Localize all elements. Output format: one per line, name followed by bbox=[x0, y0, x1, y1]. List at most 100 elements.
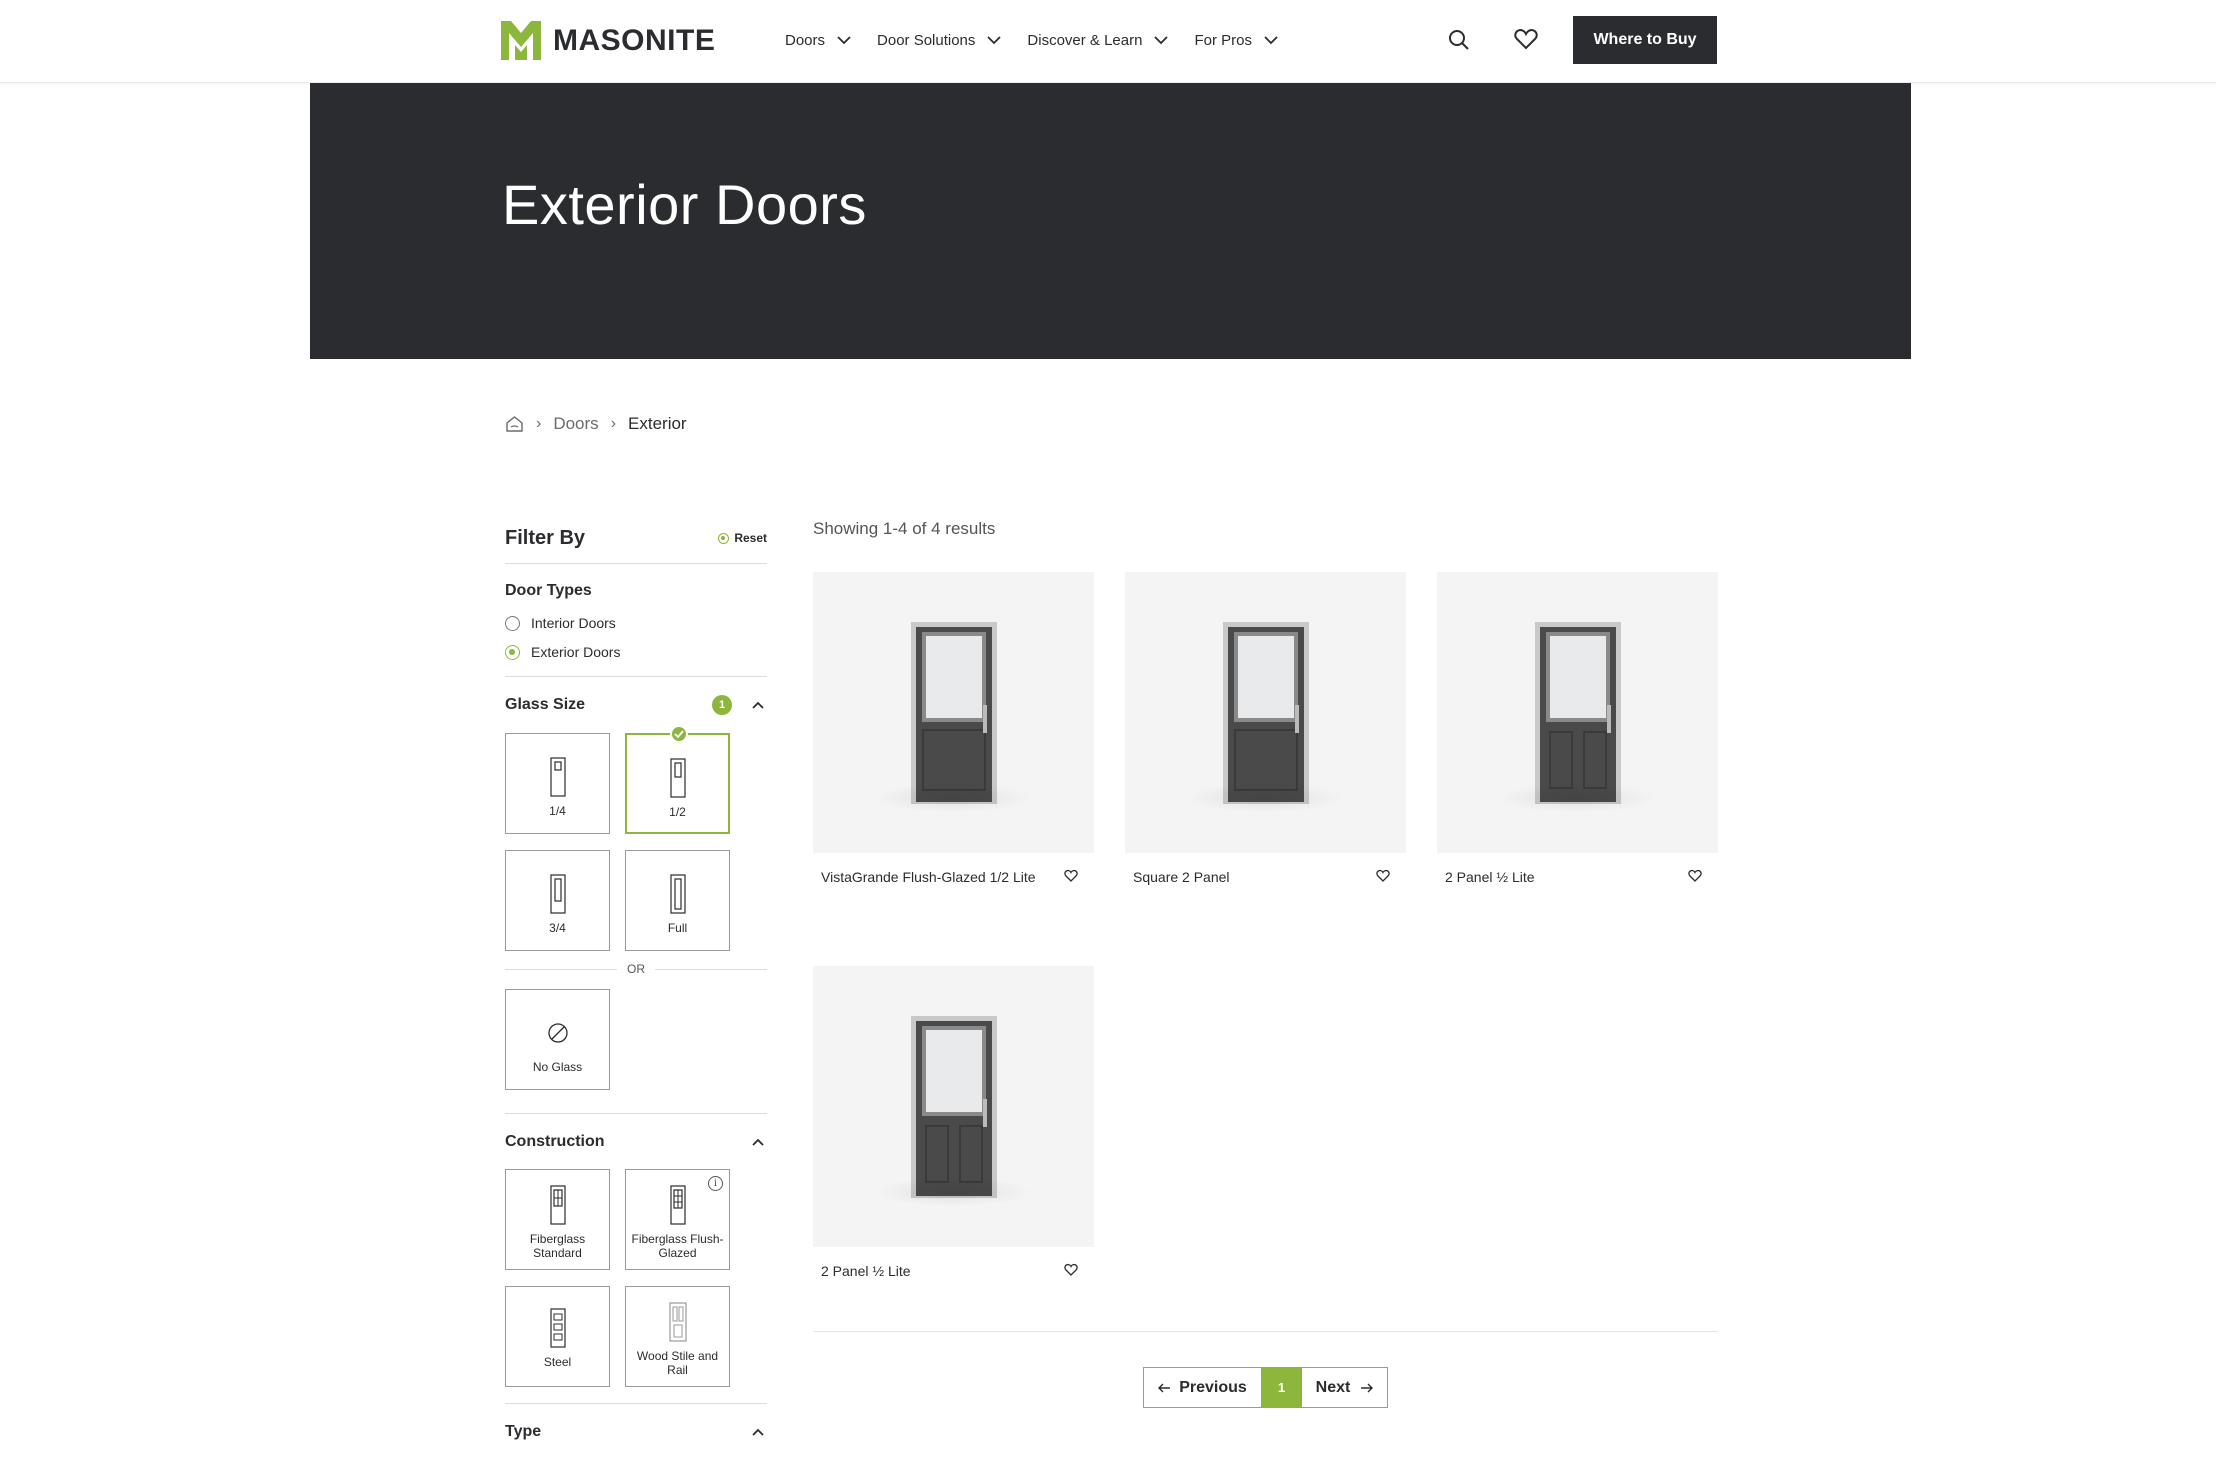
next-label: Next bbox=[1315, 1378, 1351, 1396]
glass-size-header[interactable]: Glass Size 1 bbox=[505, 677, 767, 733]
product-card[interactable]: 2 Panel ½ Lite bbox=[1437, 572, 1718, 885]
product-name[interactable]: Square 2 Panel bbox=[1133, 868, 1353, 887]
no-glass-label: No Glass bbox=[532, 1060, 583, 1074]
construction-label: Fiberglass Standard bbox=[529, 1232, 586, 1260]
radio-selected-icon bbox=[505, 644, 520, 660]
heart-icon[interactable] bbox=[1688, 869, 1702, 882]
product-card[interactable]: Square 2 Panel bbox=[1125, 572, 1406, 885]
glass-size-half-option[interactable]: 1/2 bbox=[625, 725, 730, 834]
filter-header: Filter By Reset bbox=[505, 513, 767, 563]
nav-doors-label: Doors bbox=[785, 31, 826, 49]
reset-icon bbox=[718, 532, 730, 544]
page-title: Exterior Doors bbox=[502, 173, 867, 236]
glass-size-label: 1/2 bbox=[669, 805, 686, 819]
heart-icon[interactable] bbox=[1064, 1263, 1078, 1276]
product-name[interactable]: 2 Panel ½ Lite bbox=[1445, 868, 1665, 887]
radio-interior-doors[interactable]: Interior Doors bbox=[505, 615, 767, 631]
product-name[interactable]: 2 Panel ½ Lite bbox=[821, 1262, 1041, 1281]
product-card[interactable]: 2 Panel ½ Lite bbox=[813, 966, 1094, 1279]
radio-exterior-doors[interactable]: Exterior Doors bbox=[505, 644, 767, 660]
heart-icon[interactable] bbox=[1376, 869, 1390, 882]
construction-label: Steel bbox=[543, 1355, 572, 1369]
door-full-lite-icon bbox=[669, 874, 686, 914]
glass-size-section: Glass Size 1 1/4 1/2 3/4 Full OR No Glas… bbox=[505, 677, 767, 1113]
product-image[interactable] bbox=[1125, 572, 1406, 853]
main-nav: Doors Door Solutions Discover & Learn Fo… bbox=[785, 0, 1304, 80]
previous-page-button[interactable]: Previous bbox=[1144, 1368, 1262, 1407]
product-image[interactable] bbox=[813, 572, 1094, 853]
product-name[interactable]: VistaGrande Flush-Glazed 1/2 Lite bbox=[821, 868, 1041, 887]
construction-wood-stile-rail-option[interactable]: Wood Stile and Rail bbox=[625, 1286, 730, 1387]
door-half-lite-icon bbox=[669, 758, 686, 798]
no-glass-option[interactable]: No Glass bbox=[505, 989, 610, 1090]
glass-size-quarter-option[interactable]: 1/4 bbox=[505, 733, 610, 834]
heart-icon[interactable] bbox=[1514, 28, 1538, 50]
chevron-up-icon[interactable] bbox=[752, 1138, 764, 1146]
chevron-down-icon bbox=[1264, 35, 1278, 44]
masonite-logo[interactable]: MASONITE bbox=[501, 21, 715, 60]
radio-label: Interior Doors bbox=[531, 615, 616, 631]
wood-door-icon bbox=[668, 1302, 687, 1342]
chevron-up-icon[interactable] bbox=[752, 701, 764, 709]
chevron-down-icon bbox=[1154, 35, 1169, 44]
product-card[interactable]: VistaGrande Flush-Glazed 1/2 Lite bbox=[813, 572, 1094, 885]
info-icon[interactable]: i bbox=[708, 1176, 723, 1191]
results-summary: Showing 1-4 of 4 results bbox=[813, 519, 996, 538]
breadcrumb-separator-icon: › bbox=[536, 415, 542, 432]
site-header: MASONITE Doors Door Solutions Discover &… bbox=[0, 0, 2216, 83]
filter-title: Filter By bbox=[505, 526, 586, 549]
nav-for-pros[interactable]: For Pros bbox=[1194, 32, 1278, 49]
pagination: Previous 1 Next bbox=[1143, 1367, 1388, 1408]
chevron-up-icon[interactable] bbox=[752, 1428, 764, 1436]
glass-size-label: 3/4 bbox=[549, 921, 566, 935]
door-types-section: Door Types Interior Doors Exterior Doors bbox=[505, 564, 767, 676]
arrow-left-icon bbox=[1158, 1383, 1171, 1392]
type-title: Type bbox=[505, 1423, 542, 1440]
construction-steel-option[interactable]: Steel bbox=[505, 1286, 610, 1387]
masonite-logo-icon bbox=[501, 21, 541, 60]
fiberglass-door-icon bbox=[549, 1185, 566, 1225]
or-divider: OR bbox=[505, 957, 767, 981]
construction-fiberglass-flush-glazed-option[interactable]: i Fiberglass Flush-Glazed bbox=[625, 1169, 730, 1270]
type-header[interactable]: Type bbox=[505, 1404, 767, 1460]
no-glass-icon bbox=[547, 1023, 568, 1043]
home-icon[interactable] bbox=[505, 415, 524, 433]
where-to-buy-button[interactable]: Where to Buy bbox=[1573, 16, 1717, 64]
product-image[interactable] bbox=[1437, 572, 1718, 853]
construction-fiberglass-standard-option[interactable]: Fiberglass Standard bbox=[505, 1169, 610, 1270]
filter-sidebar: Filter By Reset Door Types Interior Door… bbox=[505, 513, 767, 1460]
search-icon[interactable] bbox=[1448, 29, 1470, 51]
nav-doors[interactable]: Doors bbox=[785, 32, 851, 49]
divider bbox=[813, 1331, 1718, 1332]
nav-discover-learn-label: Discover & Learn bbox=[1027, 31, 1143, 49]
construction-options: Fiberglass Standard i Fiberglass Flush-G… bbox=[505, 1169, 767, 1387]
construction-section: Construction Fiberglass Standard i Fiber… bbox=[505, 1114, 767, 1403]
breadcrumb: › Doors › Exterior bbox=[505, 414, 687, 434]
previous-label: Previous bbox=[1179, 1378, 1247, 1396]
or-label: OR bbox=[627, 962, 645, 976]
heart-icon[interactable] bbox=[1064, 869, 1078, 882]
breadcrumb-exterior: Exterior bbox=[628, 414, 687, 433]
next-page-button[interactable]: Next bbox=[1302, 1368, 1387, 1407]
flush-glazed-door-icon bbox=[669, 1185, 686, 1225]
breadcrumb-doors[interactable]: Doors bbox=[553, 414, 598, 434]
arrow-right-icon bbox=[1361, 1383, 1374, 1392]
glass-size-three-quarter-option[interactable]: 3/4 bbox=[505, 850, 610, 951]
steel-door-icon bbox=[549, 1308, 566, 1348]
door-types-title: Door Types bbox=[505, 582, 592, 599]
breadcrumb-separator-icon: › bbox=[610, 415, 617, 432]
nav-door-solutions[interactable]: Door Solutions bbox=[877, 32, 1002, 49]
door-quarter-lite-icon bbox=[549, 757, 566, 797]
chevron-down-icon bbox=[987, 35, 1002, 44]
reset-label: Reset bbox=[734, 531, 767, 545]
nav-discover-learn[interactable]: Discover & Learn bbox=[1027, 31, 1169, 49]
construction-header[interactable]: Construction bbox=[505, 1114, 767, 1169]
page-1-button[interactable]: 1 bbox=[1262, 1368, 1302, 1407]
product-image[interactable] bbox=[813, 966, 1094, 1247]
glass-size-full-option[interactable]: Full bbox=[625, 850, 730, 951]
hero-banner: Exterior Doors bbox=[310, 83, 1911, 359]
construction-label: Wood Stile and Rail bbox=[636, 1349, 719, 1377]
nav-for-pros-label: For Pros bbox=[1194, 31, 1252, 49]
reset-button[interactable]: Reset bbox=[718, 531, 767, 545]
glass-size-label: 1/4 bbox=[549, 804, 566, 818]
